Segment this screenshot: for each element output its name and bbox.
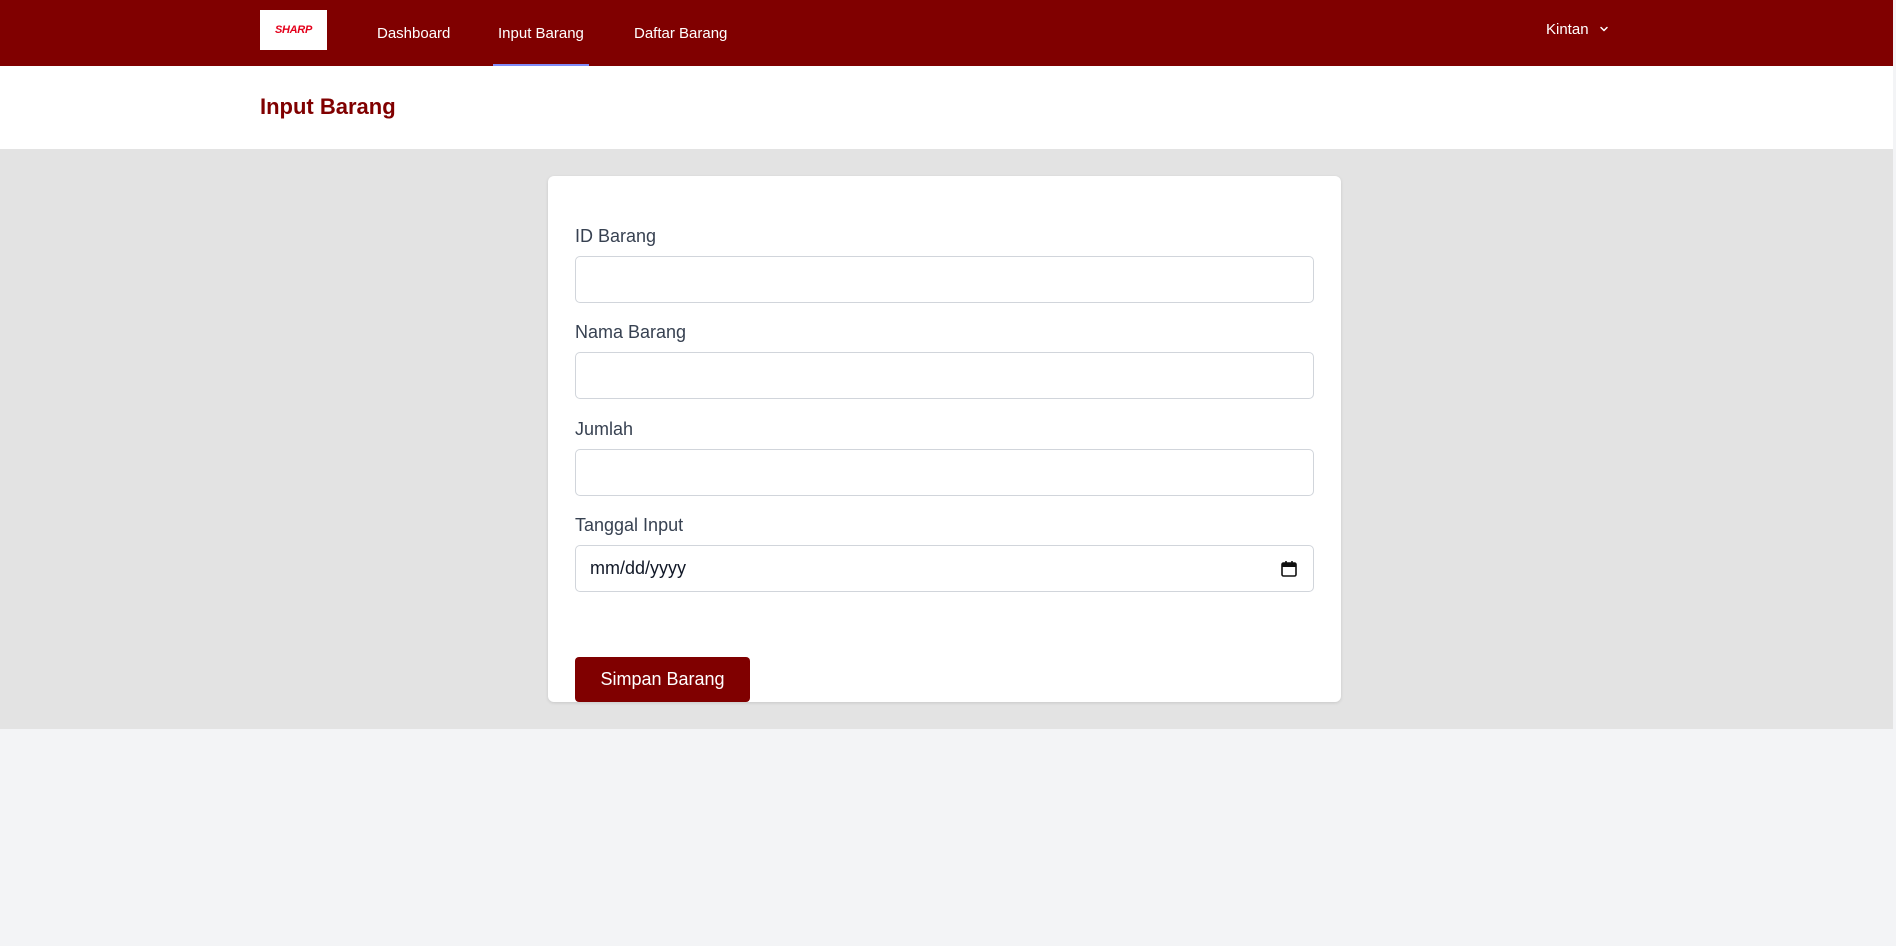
page-header: Input Barang (0, 66, 1893, 149)
page: SHARP Dashboard Input Barang Daftar Bara… (0, 0, 1896, 946)
id-barang-input[interactable] (575, 256, 1314, 303)
input-barang-form: ID Barang Nama Barang Jumlah Tanggal Inp… (548, 176, 1341, 702)
top-navbar: SHARP Dashboard Input Barang Daftar Bara… (0, 0, 1893, 66)
user-name: Kintan (1546, 20, 1589, 38)
nama-barang-label: Nama Barang (575, 322, 687, 342)
jumlah-label: Jumlah (575, 419, 634, 439)
calendar-icon[interactable] (1279, 559, 1299, 579)
jumlah-input[interactable] (575, 449, 1314, 496)
chevron-down-icon (1599, 24, 1609, 34)
brand-logo-text: SHARP (274, 24, 312, 36)
user-menu[interactable]: Kintan (1546, 0, 1609, 58)
brand-logo[interactable]: SHARP (260, 10, 327, 50)
page-title: Input Barang (260, 94, 396, 119)
tanggal-input-label: Tanggal Input (575, 515, 684, 535)
nav-item-daftar-barang[interactable]: Daftar Barang (634, 0, 727, 66)
nama-barang-input[interactable] (575, 352, 1314, 399)
nav-item-dashboard[interactable]: Dashboard (377, 0, 450, 66)
tanggal-input-field[interactable]: mm/dd/yyyy (575, 545, 1314, 592)
main-content: ID Barang Nama Barang Jumlah Tanggal Inp… (0, 149, 1893, 729)
simpan-barang-button[interactable]: Simpan Barang (575, 657, 750, 702)
nav-item-input-barang[interactable]: Input Barang (493, 0, 589, 66)
date-placeholder: mm/dd/yyyy (590, 558, 687, 578)
id-barang-label: ID Barang (575, 226, 657, 246)
